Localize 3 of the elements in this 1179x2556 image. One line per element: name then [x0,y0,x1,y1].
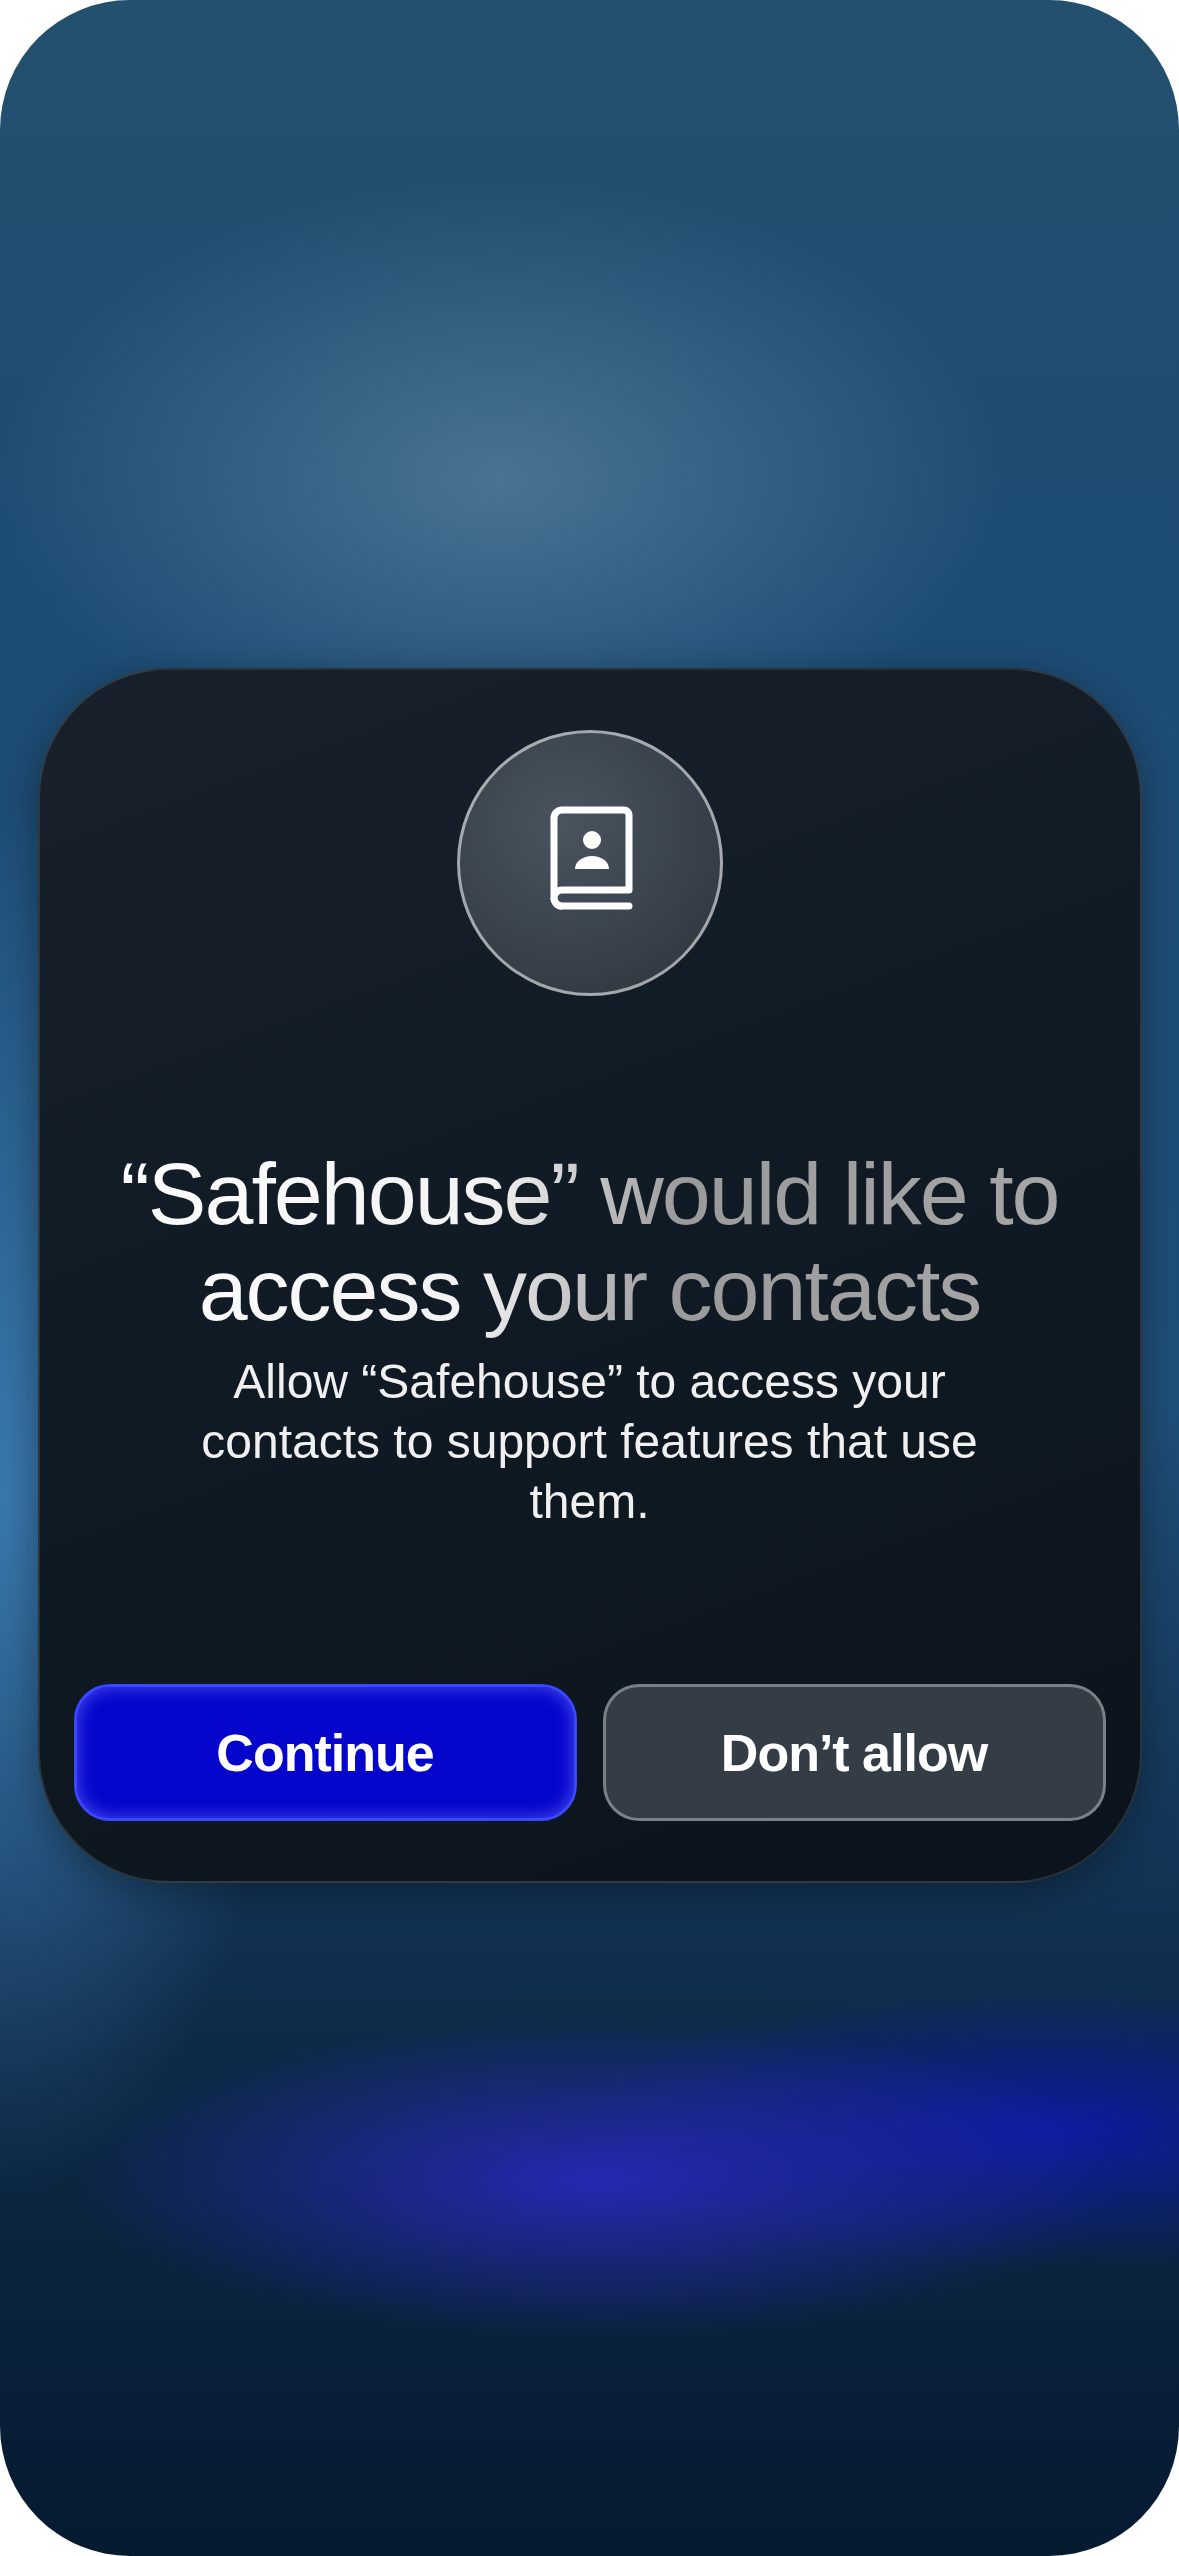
continue-button[interactable]: Continue [73,1684,577,1821]
dialog-message: Allow “Safehouse” to access your contacts to support features that use them. [200,1354,979,1530]
deny-button[interactable]: Don’t allow [602,1684,1106,1821]
